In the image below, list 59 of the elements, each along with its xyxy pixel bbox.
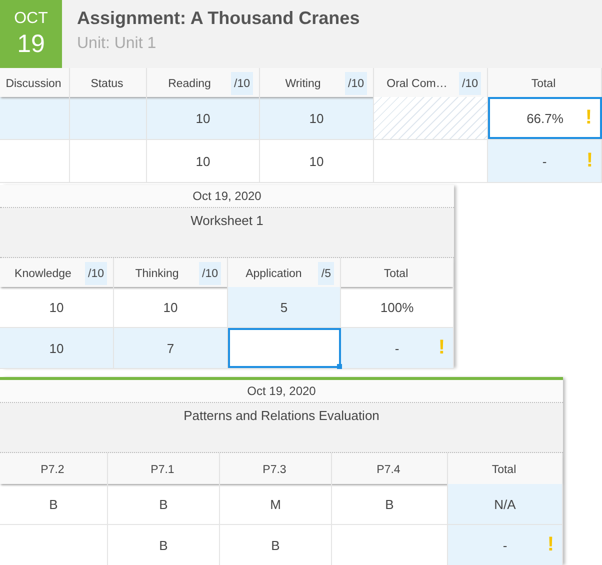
table-cell[interactable]: 100% [341, 287, 454, 327]
warning-icon: ! [586, 150, 593, 172]
max-score-label: /10 [345, 72, 367, 95]
table-cell[interactable]: 10 [147, 97, 260, 139]
day-label: 19 [17, 30, 45, 58]
max-score-label: /10 [231, 72, 253, 95]
input-field[interactable] [228, 328, 341, 368]
table-cell[interactable]: B [108, 484, 220, 524]
column-label: Thinking [134, 268, 180, 280]
warning-icon: ! [438, 336, 445, 360]
max-score-label: /10 [85, 262, 107, 285]
date-label: Oct 19, 2020 [247, 384, 316, 398]
table-cell[interactable]: - ! [341, 328, 454, 368]
table-cell[interactable]: N/A [448, 484, 563, 524]
column-header[interactable]: Thinking /10 [114, 258, 228, 287]
column-label: Reading [167, 78, 212, 90]
column-label: P7.4 [376, 464, 402, 476]
column-header[interactable]: P7.2 [0, 453, 108, 484]
column-label: Knowledge [14, 268, 72, 280]
column-label: Discussion [4, 78, 62, 90]
table-cell[interactable]: 10 [0, 328, 114, 368]
column-header[interactable]: Knowledge /10 [0, 258, 114, 287]
table-cell[interactable]: - ! [488, 140, 602, 182]
table-cell[interactable] [374, 97, 488, 139]
date-label: Oct 19, 2020 [192, 189, 262, 203]
column-header[interactable]: P7.4 [332, 453, 448, 484]
column-label: P7.3 [262, 464, 288, 476]
column-label: Application [244, 268, 303, 280]
warning-icon: ! [585, 106, 592, 130]
max-score-label: /10 [199, 262, 221, 285]
column-label: Writing [284, 78, 322, 90]
table-cell[interactable]: 5 [228, 287, 341, 327]
column-label: P7.1 [150, 464, 176, 476]
table-cell[interactable]: 10 [0, 287, 114, 327]
warning-icon: ! [547, 534, 554, 556]
unit-label: Unit: Unit 1 [77, 35, 158, 53]
column-header[interactable]: P7.3 [220, 453, 332, 484]
max-score-label: /10 [459, 72, 481, 95]
column-label: Total [382, 268, 410, 280]
assignment-title: Assignment: A Thousand Cranes [77, 8, 360, 29]
table-cell[interactable]: - ! [448, 525, 563, 565]
assessment-title: Worksheet 1 [190, 213, 264, 230]
column-label: P7.2 [40, 464, 66, 476]
table-cell[interactable]: 10 [147, 140, 260, 182]
column-label: Oral Com… [386, 78, 448, 90]
column-label: Status [90, 78, 124, 90]
column-header[interactable]: Total [341, 258, 454, 287]
table-cell[interactable]: M [220, 484, 332, 524]
table-cell[interactable]: B [220, 525, 332, 565]
table-cell[interactable]: 10 [260, 140, 374, 182]
max-score-label: /5 [318, 262, 334, 285]
assessment-title: Patterns and Relations Evaluation [184, 408, 380, 425]
table-cell[interactable]: 66.7% ! [488, 97, 602, 139]
column-header[interactable]: P7.1 [108, 453, 220, 484]
table-cell[interactable]: B [108, 525, 220, 565]
column-label: Total [490, 464, 518, 476]
column-label: Total [530, 78, 557, 90]
month-label: OCT [14, 10, 48, 28]
table-cell[interactable]: B [0, 484, 108, 524]
